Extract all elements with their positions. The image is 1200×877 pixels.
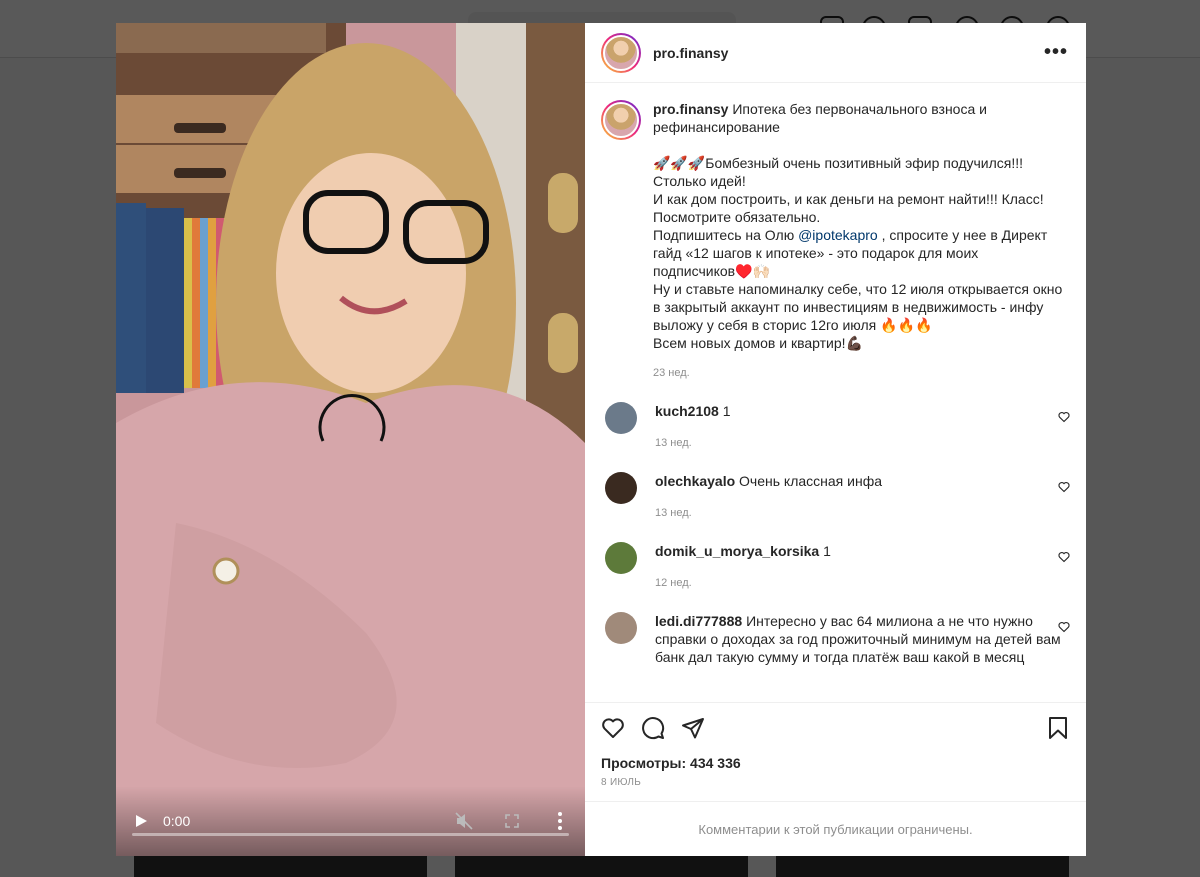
caption-username[interactable]: pro.finansy <box>653 101 728 117</box>
post-caption: pro.finansy Ипотека без первоначального … <box>601 100 1072 382</box>
comment-text: 1 <box>722 403 731 419</box>
fullscreen-icon[interactable] <box>505 814 519 828</box>
avatar[interactable] <box>605 612 637 644</box>
video-controls: 0:00 <box>116 786 585 856</box>
post-actions: Просмотры: 434 336 8 ИЮЛЬ <box>585 702 1086 802</box>
ellipsis-icon[interactable]: ••• <box>1044 41 1068 64</box>
comment-body: ledi.di777888 Интересно у вас 64 милиона… <box>655 612 1065 666</box>
caption-paragraph: И как дом построить, и как деньги на рем… <box>653 191 1044 207</box>
comment-heart-icon[interactable] <box>1058 621 1070 633</box>
comment-item: domik_u_morya_korsika 1 12 нед. <box>601 542 1072 592</box>
mention-link[interactable]: @ipotekapro <box>798 227 878 243</box>
comment-text: 1 <box>823 543 831 559</box>
comment-item: ledi.di777888 Интересно у вас 64 милиона… <box>601 612 1072 666</box>
avatar[interactable] <box>601 32 641 73</box>
video-current-time: 0:00 <box>163 813 191 829</box>
caption-text: pro.finansy Ипотека без первоначального … <box>653 100 1072 382</box>
comment-heart-icon[interactable] <box>1058 481 1070 493</box>
comment-body: domik_u_morya_korsika 1 12 нед. <box>655 542 1065 592</box>
comment-timestamp[interactable]: 13 нед. <box>655 504 1065 522</box>
video-progress-bar[interactable] <box>132 833 569 836</box>
comment-icon[interactable] <box>641 716 665 740</box>
muted-speaker-icon[interactable] <box>455 812 473 830</box>
caption-paragraph: Всем новых домов и квартир!💪🏿 <box>653 335 863 351</box>
paper-plane-icon[interactable] <box>681 716 705 740</box>
caption-subscribe-text: Подпишитесь на Олю <box>653 227 799 243</box>
avatar[interactable] <box>605 472 637 504</box>
caption-paragraph: 🚀🚀🚀Бомбезный очень позитивный эфир подуч… <box>653 155 1024 171</box>
post-side-panel: pro.finansy ••• pro.finansy Ипотека без … <box>585 23 1086 856</box>
avatar[interactable] <box>605 402 637 434</box>
comment-username[interactable]: kuch2108 <box>655 403 719 419</box>
play-icon[interactable] <box>134 814 148 828</box>
comment-timestamp[interactable]: 13 нед. <box>655 434 1065 452</box>
comment-username[interactable]: ledi.di777888 <box>655 613 742 629</box>
comment-body: olechkayalo Очень классная инфа 13 нед. <box>655 472 1065 522</box>
comment-username[interactable]: olechkayalo <box>655 473 735 489</box>
comment-heart-icon[interactable] <box>1058 411 1070 423</box>
heart-icon[interactable] <box>601 716 625 740</box>
loading-spinner-icon <box>318 393 386 442</box>
comment-body: kuch2108 1 13 нед. <box>655 402 1065 452</box>
caption-paragraph: Ну и ставьте напоминалку себе, что 12 ию… <box>653 281 1063 333</box>
post-date[interactable]: 8 ИЮЛЬ <box>601 777 1070 788</box>
comment-text: Очень классная инфа <box>739 473 883 489</box>
video-player[interactable]: 0:00 <box>116 23 585 856</box>
caption-timestamp[interactable]: 23 нед. <box>653 364 1072 382</box>
comment-timestamp[interactable]: 12 нед. <box>655 574 1065 592</box>
comment-heart-icon[interactable] <box>1058 551 1070 563</box>
comment-username[interactable]: domik_u_morya_korsika <box>655 543 819 559</box>
post-modal: 0:00 pro.finansy ••• pro.finansy Ипотека… <box>116 23 1086 856</box>
comment-item: olechkayalo Очень классная инфа 13 нед. <box>601 472 1072 522</box>
post-author-username[interactable]: pro.finansy <box>653 45 728 61</box>
comment-item: kuch2108 1 13 нед. <box>601 402 1072 452</box>
post-header: pro.finansy ••• <box>585 23 1086 83</box>
caption-paragraph: Посмотрите обязательно. <box>653 209 821 225</box>
views-count[interactable]: Просмотры: 434 336 <box>601 755 1070 771</box>
vertical-ellipsis-icon[interactable] <box>557 811 563 831</box>
action-bar <box>601 703 1070 753</box>
caption-subscribe-paragraph: Подпишитесь на Олю @ipotekapro , спросит… <box>653 226 1072 280</box>
avatar[interactable] <box>601 100 641 140</box>
avatar[interactable] <box>605 542 637 574</box>
bookmark-icon[interactable] <box>1046 716 1070 740</box>
comments-restricted-notice: Комментарии к этой публикации ограничены… <box>585 801 1086 856</box>
caption-paragraph: Столько идей! <box>653 173 746 189</box>
comments-section[interactable]: pro.finansy Ипотека без первоначального … <box>585 84 1086 702</box>
